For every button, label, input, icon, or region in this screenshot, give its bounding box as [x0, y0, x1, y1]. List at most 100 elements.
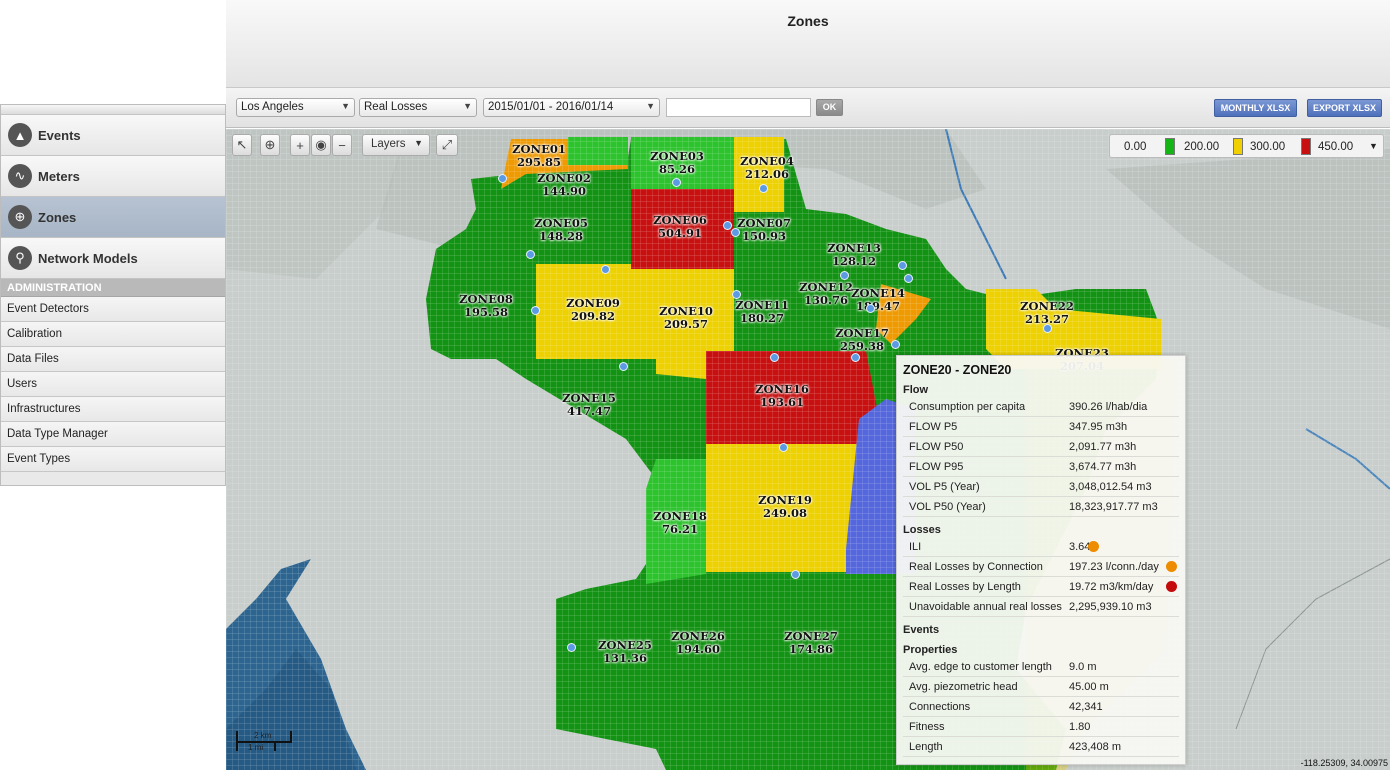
- sensor-marker[interactable]: [770, 353, 779, 362]
- losses-section-header: Losses: [903, 524, 941, 536]
- export-xlsx-button[interactable]: EXPORT XLSX: [1307, 99, 1382, 117]
- zone-value: 174.86: [788, 642, 834, 656]
- admin-item-calibration[interactable]: Calibration: [1, 322, 225, 347]
- zone-label-zone06[interactable]: ZONE06 504.91: [653, 214, 707, 240]
- sensor-marker[interactable]: [759, 184, 768, 193]
- trend-line-icon: ∿: [8, 164, 32, 188]
- sensor-marker[interactable]: [791, 570, 800, 579]
- monthly-xlsx-button[interactable]: MONTHLY XLSX: [1214, 99, 1297, 117]
- admin-item-infrastructures[interactable]: Infrastructures: [1, 397, 225, 422]
- sensor-marker[interactable]: [531, 306, 540, 315]
- zone-value: 148.28: [538, 229, 584, 243]
- legend-swatch-green: [1165, 138, 1175, 155]
- ok-button[interactable]: OK: [816, 99, 843, 116]
- date-range-select[interactable]: 2015/01/01 - 2016/01/14 ▼: [483, 98, 660, 117]
- page-title: Zones: [787, 13, 829, 29]
- layers-label: Layers: [371, 138, 406, 150]
- zone-label-zone13[interactable]: ZONE13 128.12: [827, 242, 881, 268]
- layers-dropdown[interactable]: Layers ▼: [362, 134, 430, 156]
- select-pointer-tool[interactable]: ↖: [232, 134, 252, 156]
- zone-label-zone11[interactable]: ZONE11 180.27: [735, 299, 789, 325]
- zone-value: 295.85: [516, 155, 562, 169]
- zone-label-zone27[interactable]: ZONE27 174.86: [784, 630, 838, 656]
- sensor-marker[interactable]: [498, 174, 507, 183]
- sidebar-item-meters[interactable]: ∿ Meters: [1, 156, 225, 197]
- popup-row-key: FLOW P50: [909, 441, 964, 453]
- admin-item-event-detectors[interactable]: Event Detectors: [1, 297, 225, 322]
- zone-label-zone26[interactable]: ZONE26 194.60: [671, 630, 725, 656]
- zone-label-zone02[interactable]: ZONE02 144.90: [537, 172, 591, 198]
- search-input[interactable]: [666, 98, 811, 117]
- sidebar-item-label: Events: [38, 127, 81, 143]
- zone-value: 180.27: [739, 311, 785, 325]
- zone-value: 130.76: [803, 293, 849, 307]
- sensor-marker[interactable]: [1043, 324, 1052, 333]
- flow-section-header: Flow: [903, 384, 929, 396]
- zone-label-zone03[interactable]: ZONE03 85.26: [650, 150, 704, 176]
- sensor-marker[interactable]: [526, 250, 535, 259]
- sensor-marker[interactable]: [904, 274, 913, 283]
- zoom-in-tool[interactable]: +: [290, 134, 310, 156]
- zone-value: 212.06: [744, 167, 790, 181]
- admin-item-data-files[interactable]: Data Files: [1, 347, 225, 372]
- sensor-marker[interactable]: [567, 643, 576, 652]
- sensor-marker[interactable]: [779, 443, 788, 452]
- sensor-marker[interactable]: [619, 362, 628, 371]
- zone-info-popup[interactable]: ZONE20 - ZONE20 Flow Consumption per cap…: [896, 355, 1186, 765]
- zone-value: 259.38: [839, 339, 885, 353]
- popup-row-key: FLOW P5: [909, 421, 958, 433]
- zone-value: 144.90: [541, 184, 587, 198]
- admin-item-data-type-manager[interactable]: Data Type Manager: [1, 422, 225, 447]
- locate-tool[interactable]: ⊕: [260, 134, 280, 156]
- sidebar-item-network-models[interactable]: ⚲ Network Models: [1, 238, 225, 279]
- legend-threshold-bar[interactable]: 0.00 200.00 300.00 450.00 ▼: [1109, 134, 1384, 158]
- fullscreen-tool[interactable]: ⤢: [436, 134, 458, 156]
- minus-icon: −: [338, 137, 346, 153]
- zoom-out-tool[interactable]: −: [332, 134, 352, 156]
- zone-label-zone14[interactable]: ZONE14 189.47: [851, 287, 905, 313]
- sensor-marker[interactable]: [866, 304, 875, 313]
- zone-label-zone16[interactable]: ZONE16 193.61: [755, 383, 809, 409]
- city-select[interactable]: Los Angeles ▼: [236, 98, 355, 117]
- sensor-marker[interactable]: [732, 290, 741, 299]
- popup-title: ZONE20 - ZONE20: [903, 363, 1012, 377]
- popup-row-value: 197.23 l/conn./day: [1069, 561, 1159, 573]
- zone-label-zone09[interactable]: ZONE09 209.82: [566, 297, 620, 323]
- crosshair-icon: ⊕: [8, 205, 32, 229]
- sidebar-item-events[interactable]: ▲ Events: [1, 115, 225, 156]
- sensor-marker[interactable]: [723, 221, 732, 230]
- popup-row-value: 42,341: [1069, 701, 1103, 713]
- metric-select[interactable]: Real Losses ▼: [359, 98, 477, 117]
- sensor-marker[interactable]: [672, 178, 681, 187]
- zone-label-zone04[interactable]: ZONE04 212.06: [740, 155, 794, 181]
- globe-tool[interactable]: ◉: [311, 134, 331, 156]
- zone-value: 195.58: [463, 305, 509, 319]
- zone-label-zone19[interactable]: ZONE19 249.08: [758, 494, 812, 520]
- admin-item-event-types[interactable]: Event Types: [1, 447, 225, 472]
- sensor-marker[interactable]: [851, 353, 860, 362]
- zone-value: 417.47: [566, 404, 612, 418]
- popup-row-value: 3,674.77 m3h: [1069, 461, 1137, 473]
- zone-label-zone08[interactable]: ZONE08 195.58: [459, 293, 513, 319]
- popup-row-value: 390.26 l/hab/dia: [1069, 401, 1148, 413]
- triangle-icon: ▲: [8, 123, 32, 147]
- zone-label-zone18[interactable]: ZONE18 76.21: [653, 510, 707, 536]
- zone-label-zone15[interactable]: ZONE15 417.47: [562, 392, 616, 418]
- zone-label-zone17[interactable]: ZONE17 259.38: [835, 327, 889, 353]
- sidebar-item-zones[interactable]: ⊕ Zones: [1, 197, 225, 238]
- zone-label-zone25[interactable]: ZONE25 131.36: [598, 639, 652, 665]
- zone-label-zone07[interactable]: ZONE07 150.93: [737, 217, 791, 243]
- zone-label-zone22[interactable]: ZONE22 213.27: [1020, 300, 1074, 326]
- sensor-marker[interactable]: [601, 265, 610, 274]
- sensor-marker[interactable]: [731, 228, 740, 237]
- admin-item-users[interactable]: Users: [1, 372, 225, 397]
- zone-label-zone10[interactable]: ZONE10 209.57: [659, 305, 713, 331]
- zone-label-zone12[interactable]: ZONE12 130.76: [799, 281, 853, 307]
- sensor-marker[interactable]: [891, 340, 900, 349]
- sensor-marker[interactable]: [840, 271, 849, 280]
- zone-label-zone05[interactable]: ZONE05 148.28: [534, 217, 588, 243]
- zone-value: 150.93: [741, 229, 787, 243]
- zone-label-zone01[interactable]: ZONE01 295.85: [512, 143, 566, 169]
- zones-map[interactable]: ↖ ⊕ + ◉ − Layers ▼ ⤢ 0.00 200.00 300.00 …: [226, 129, 1390, 770]
- sensor-marker[interactable]: [898, 261, 907, 270]
